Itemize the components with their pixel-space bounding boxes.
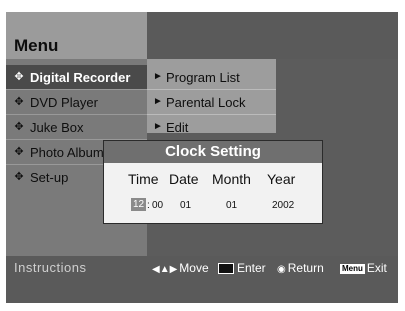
main-menu-item-label: Digital Recorder bbox=[30, 69, 131, 85]
column-header-time: Time bbox=[128, 171, 159, 187]
column-header-month: Month bbox=[212, 171, 251, 187]
main-menu-item-juke-box[interactable]: ✥ Juke Box bbox=[6, 115, 147, 139]
arrow-right-icon: ► bbox=[153, 71, 163, 82]
minute-field[interactable]: 00 bbox=[152, 200, 163, 211]
hour-field[interactable]: 12 bbox=[131, 198, 147, 211]
tv-screen: Menu ✥ Digital Recorder ✥ DVD Player ✥ J… bbox=[6, 12, 398, 303]
diamond-bullet-icon: ✥ bbox=[14, 70, 24, 83]
time-separator: : bbox=[147, 200, 150, 211]
date-field[interactable]: 01 bbox=[180, 200, 191, 211]
hint-return: ◉ Return bbox=[277, 261, 324, 275]
hint-move: ◀▲▶ Move bbox=[152, 261, 209, 275]
return-icon: ◉ bbox=[277, 264, 286, 275]
sub-menu-item-program-list[interactable]: ► Program List bbox=[147, 65, 276, 89]
enter-icon bbox=[218, 263, 234, 275]
instructions-bar: Instructions ◀▲▶ Move Enter ◉ Return Menu E… bbox=[6, 256, 398, 303]
diamond-bullet-icon: ✥ bbox=[14, 95, 24, 108]
column-header-date: Date bbox=[169, 171, 199, 187]
sub-menu-item-parental-lock[interactable]: ► Parental Lock bbox=[147, 90, 276, 114]
main-menu-item-dvd-player[interactable]: ✥ DVD Player bbox=[6, 90, 147, 114]
menu-header: Menu bbox=[6, 12, 398, 59]
arrow-right-icon: ► bbox=[153, 96, 163, 107]
diamond-bullet-icon: ✥ bbox=[14, 145, 24, 158]
clock-setting-dialog: Clock Setting Time Date Month Year 12 : … bbox=[103, 140, 323, 224]
menu-icon: Menu bbox=[340, 263, 365, 274]
month-field[interactable]: 01 bbox=[226, 200, 237, 211]
sub-menu-item-label: Parental Lock bbox=[166, 94, 246, 110]
diamond-bullet-icon: ✥ bbox=[14, 170, 24, 183]
hint-exit: Menu Exit bbox=[340, 261, 387, 275]
sub-menu-item-label: Program List bbox=[166, 69, 240, 85]
sub-menu-item-label: Edit bbox=[166, 119, 189, 135]
arrows-icon: ◀▲▶ bbox=[152, 264, 178, 275]
hint-return-text: Return bbox=[287, 261, 324, 275]
hint-enter: Enter bbox=[218, 261, 266, 275]
main-menu-item-label: DVD Player bbox=[30, 94, 98, 110]
column-header-year: Year bbox=[267, 171, 296, 187]
main-menu-item-label: Photo Album bbox=[30, 144, 104, 160]
sub-menu-item-edit[interactable]: ► Edit bbox=[147, 115, 276, 139]
main-menu-item-digital-recorder[interactable]: ✥ Digital Recorder bbox=[6, 65, 147, 89]
page-title: Menu bbox=[14, 36, 59, 55]
diamond-bullet-icon: ✥ bbox=[14, 120, 24, 133]
dialog-title: Clock Setting bbox=[104, 141, 322, 163]
hint-move-text: Move bbox=[179, 261, 209, 275]
instructions-label: Instructions bbox=[14, 260, 87, 275]
header-right-block bbox=[147, 12, 398, 59]
arrow-right-icon: ► bbox=[153, 121, 163, 132]
hint-enter-text: Enter bbox=[237, 261, 266, 275]
main-menu-item-label: Juke Box bbox=[30, 119, 84, 135]
main-menu-item-label: Set-up bbox=[30, 169, 69, 185]
year-field[interactable]: 2002 bbox=[272, 200, 294, 211]
hint-exit-text: Exit bbox=[366, 261, 387, 275]
